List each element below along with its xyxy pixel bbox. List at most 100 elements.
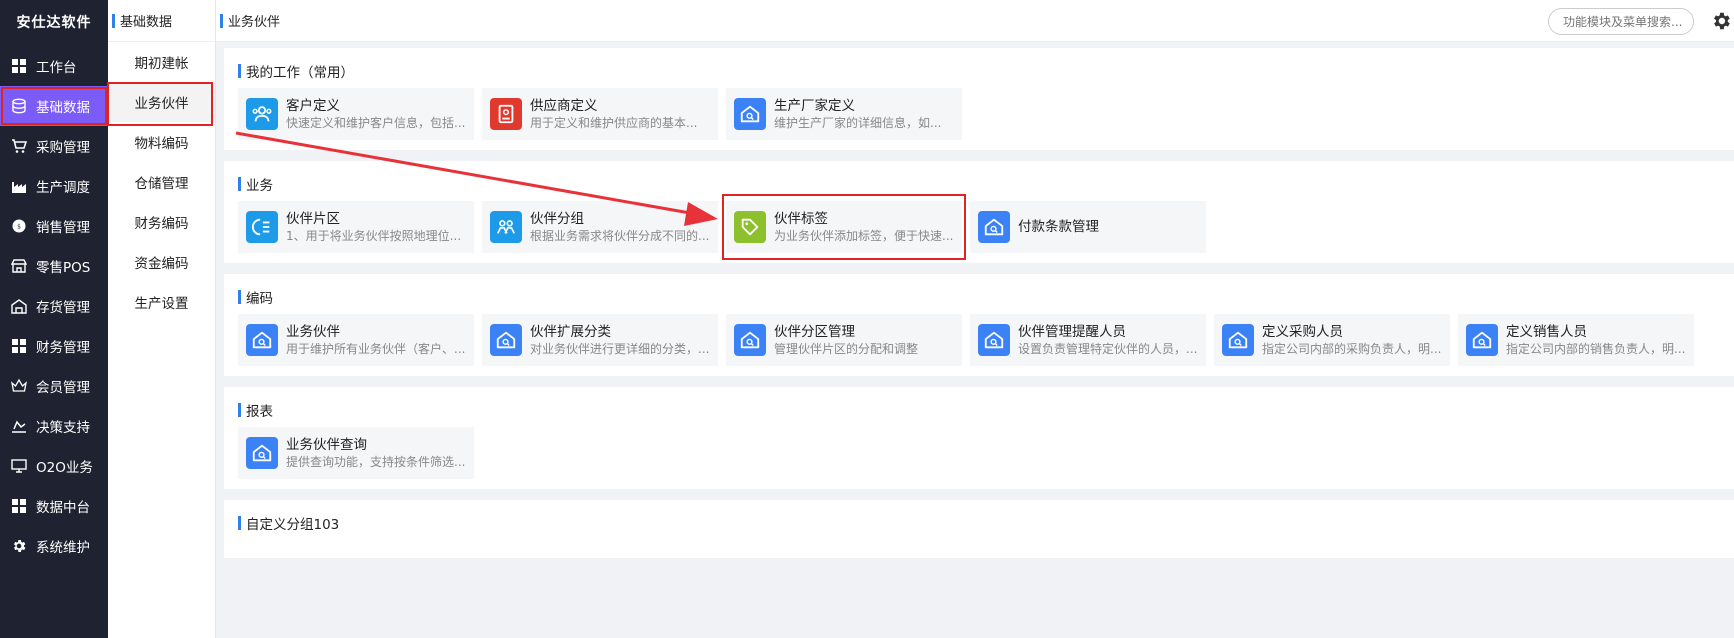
sales-icon: $ [10, 217, 28, 235]
function-card[interactable]: 伙伴标签 为业务伙伴添加标签，便于快速... [722, 194, 966, 260]
card-text: 伙伴扩展分类 对业务伙伴进行更详细的分类，... [530, 323, 710, 358]
accent-bar [238, 177, 241, 191]
card-desc: 用于维护所有业务伙伴（客户、... [286, 341, 466, 356]
nav-item-data-center[interactable]: 数据中台 [0, 486, 108, 526]
card-text: 业务伙伴查询 提供查询功能，支持按条件筛选... [286, 436, 466, 471]
settings-gear-icon[interactable] [1710, 10, 1732, 32]
region-icon [246, 211, 278, 243]
submenu-item-material[interactable]: 物料编码 [108, 122, 215, 162]
card-name: 定义销售人员 [1506, 323, 1587, 340]
card-desc: 提供查询功能，支持按条件筛选... [286, 454, 466, 469]
function-card[interactable]: 客户定义 快速定义和维护客户信息，包括... [238, 88, 474, 140]
card-name: 业务伙伴查询 [286, 436, 367, 453]
card-text: 定义采购人员 指定公司内部的采购负责人，明... [1262, 323, 1442, 358]
function-card[interactable]: 供应商定义 用于定义和维护供应商的基本... [482, 88, 718, 140]
house-search-icon [246, 324, 278, 356]
function-card[interactable]: 伙伴分组 根据业务需求将伙伴分成不同的... [482, 201, 718, 253]
nav-item-decision[interactable]: 决策支持 [0, 406, 108, 446]
house-search-icon [1466, 324, 1498, 356]
accent-bar [238, 290, 241, 304]
grid-icon [10, 57, 28, 75]
nav-item-basic-data[interactable]: 基础数据 [0, 86, 108, 126]
submenu-item-fund-code[interactable]: 资金编码 [108, 242, 215, 282]
chart-icon [10, 417, 28, 435]
monitor-icon [10, 457, 28, 475]
card-text: 付款条款管理 [1018, 218, 1198, 236]
submenu-panel: 基础数据 期初建帐 业务伙伴 物料编码 仓储管理 财务编码 资金编码 生产设置 [107, 0, 216, 638]
accent-bar [112, 13, 115, 28]
factory-icon [10, 177, 28, 195]
card-name: 伙伴分区管理 [774, 323, 855, 340]
card-name: 客户定义 [286, 97, 340, 114]
svg-text:$: $ [17, 224, 21, 231]
card-text: 伙伴标签 为业务伙伴添加标签，便于快速... [774, 210, 954, 245]
card-text: 定义销售人员 指定公司内部的销售负责人，明... [1506, 323, 1686, 358]
function-card[interactable]: 生产厂家定义 维护生产厂家的详细信息，如... [726, 88, 962, 140]
card-desc: 管理伙伴片区的分配和调整 [774, 341, 919, 356]
grid-icon [10, 337, 28, 355]
menu-search-input[interactable] [1548, 8, 1694, 35]
submenu-title: 基础数据 [108, 0, 215, 42]
section-title: 编码 [238, 288, 1734, 307]
section-0: 我的工作（常用） 客户定义 快速定义和维护客户信息，包括... 供应商定义 用于… [224, 48, 1734, 150]
submenu-item-finance-code[interactable]: 财务编码 [108, 202, 215, 242]
function-card[interactable]: 伙伴分区管理 管理伙伴片区的分配和调整 [726, 314, 962, 366]
brand-logo: 安仕达软件 [16, 15, 92, 31]
house-search-icon [734, 324, 766, 356]
card-desc: 用于定义和维护供应商的基本... [530, 115, 698, 130]
accent-bar [238, 64, 241, 78]
card-name: 供应商定义 [530, 97, 598, 114]
function-card[interactable]: 业务伙伴 用于维护所有业务伙伴（客户、... [238, 314, 474, 366]
nav-item-production[interactable]: 生产调度 [0, 166, 108, 206]
card-text: 伙伴分区管理 管理伙伴片区的分配和调整 [774, 323, 954, 358]
function-card[interactable]: 伙伴片区 1、用于将业务伙伴按照地理位... [238, 201, 474, 253]
card-name: 付款条款管理 [1018, 219, 1099, 235]
function-card[interactable]: 定义采购人员 指定公司内部的采购负责人，明... [1214, 314, 1450, 366]
crown-icon [10, 377, 28, 395]
card-text: 伙伴片区 1、用于将业务伙伴按照地理位... [286, 210, 466, 245]
cart-icon [10, 137, 28, 155]
house-search-icon [734, 98, 766, 130]
submenu-item-production-setup[interactable]: 生产设置 [108, 282, 215, 322]
card-text: 伙伴分组 根据业务需求将伙伴分成不同的... [530, 210, 710, 245]
function-card[interactable]: 伙伴扩展分类 对业务伙伴进行更详细的分类，... [482, 314, 718, 366]
card-list: 业务伙伴 用于维护所有业务伙伴（客户、... 伙伴扩展分类 对业务伙伴进行更详细… [238, 314, 1734, 366]
function-card[interactable]: 定义销售人员 指定公司内部的销售负责人，明... [1458, 314, 1694, 366]
card-desc: 根据业务需求将伙伴分成不同的... [530, 228, 710, 243]
card-text: 生产厂家定义 维护生产厂家的详细信息，如... [774, 97, 954, 132]
house-search-icon [1222, 324, 1254, 356]
nav-item-o2o[interactable]: O2O业务 [0, 446, 108, 486]
section-title: 报表 [238, 401, 1734, 420]
nav-item-finance[interactable]: 财务管理 [0, 326, 108, 366]
section-1: 业务 伙伴片区 1、用于将业务伙伴按照地理位... 伙伴分组 根据业务需求将伙伴… [224, 161, 1734, 263]
section-4: 自定义分组103 [224, 500, 1734, 558]
nav-item-sales[interactable]: $ 销售管理 [0, 206, 108, 246]
card-desc: 快速定义和维护客户信息，包括... [286, 115, 466, 130]
submenu-item-partner[interactable]: 业务伙伴 [107, 82, 215, 126]
nav-item-retail-pos[interactable]: 零售POS [0, 246, 108, 286]
card-desc: 1、用于将业务伙伴按照地理位... [286, 228, 462, 243]
nav-list: 工作台 基础数据 采购管理 生产调度 $ 销售管理 零售POS 存货管理 财务管理… [0, 46, 108, 566]
card-text: 供应商定义 用于定义和维护供应商的基本... [530, 97, 710, 132]
function-card[interactable]: 伙伴管理提醒人员 设置负责管理特定伙伴的人员，... [970, 314, 1206, 366]
breadcrumb: 业务伙伴 [216, 11, 280, 30]
main-sidebar: 安仕达软件 工作台 基础数据 采购管理 生产调度 $ 销售管理 零售POS 存货管… [0, 0, 108, 638]
card-desc: 对业务伙伴进行更详细的分类，... [530, 341, 710, 356]
accent-bar [238, 516, 241, 530]
submenu-item-opening[interactable]: 期初建帐 [108, 42, 215, 82]
store-icon [10, 257, 28, 275]
nav-item-workbench[interactable]: 工作台 [0, 46, 108, 86]
function-card[interactable]: 付款条款管理 [970, 201, 1206, 253]
nav-item-member[interactable]: 会员管理 [0, 366, 108, 406]
gear-icon [10, 537, 28, 555]
section-2: 编码 业务伙伴 用于维护所有业务伙伴（客户、... 伙伴扩展分类 对业务伙伴进行… [224, 274, 1734, 376]
nav-item-inventory[interactable]: 存货管理 [0, 286, 108, 326]
card-desc: 指定公司内部的销售负责人，明... [1506, 341, 1686, 356]
function-card[interactable]: 业务伙伴查询 提供查询功能，支持按条件筛选... [238, 427, 474, 479]
group-icon [490, 211, 522, 243]
card-name: 伙伴分组 [530, 210, 584, 227]
nav-item-purchase[interactable]: 采购管理 [0, 126, 108, 166]
card-list: 客户定义 快速定义和维护客户信息，包括... 供应商定义 用于定义和维护供应商的… [238, 88, 1734, 140]
submenu-item-storage[interactable]: 仓储管理 [108, 162, 215, 202]
nav-item-system[interactable]: 系统维护 [0, 526, 108, 566]
